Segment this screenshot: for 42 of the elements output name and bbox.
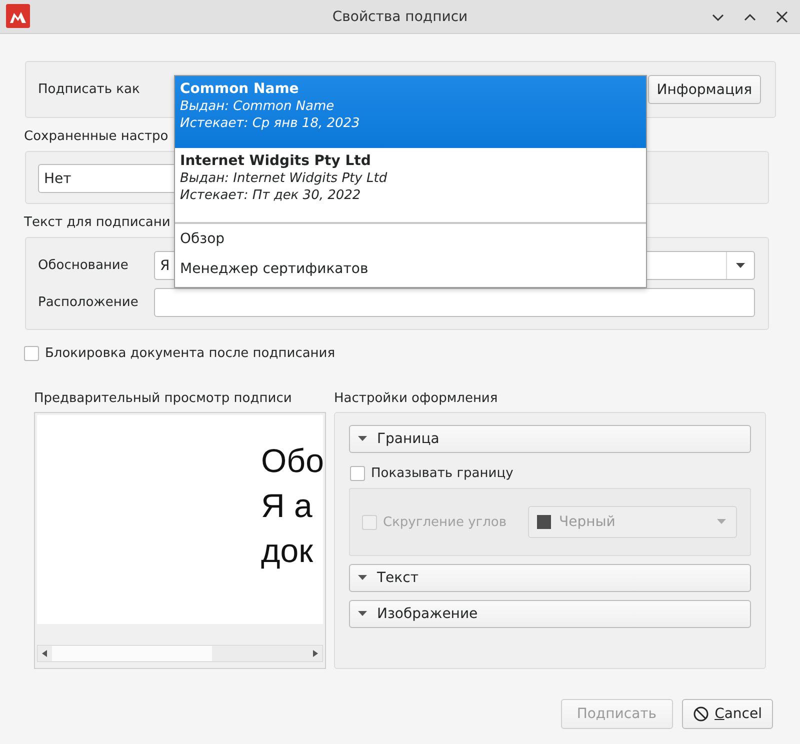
menu-item[interactable]: Обзор	[175, 224, 646, 254]
section-title: Предварительный просмотр подписи	[34, 391, 292, 406]
certificate-item[interactable]: Internet Widgits Pty Ltd Выдан: Internet Widgits Pty Ltd Истекает: Пт дек 30, 2022	[175, 148, 646, 220]
section-title: Настройки оформления	[334, 391, 498, 406]
certificate-issuer: Выдан: Internet Widgits Pty Ltd	[180, 171, 388, 186]
caret-icon	[358, 611, 367, 617]
certificate-expiry: Истекает: Пт дек 30, 2022	[180, 188, 362, 203]
field-label: Расположение	[38, 295, 140, 310]
color-swatch-icon	[537, 515, 551, 529]
caret-icon	[358, 575, 367, 581]
caret-icon	[717, 519, 726, 525]
preview-text: док	[261, 531, 314, 571]
section-toggle[interactable]: Текст	[349, 564, 751, 592]
checkbox-label: Скругление углов	[383, 514, 507, 530]
checkbox[interactable]	[350, 466, 365, 480]
certificate-name: Common Name	[180, 81, 300, 97]
caret-icon	[358, 436, 367, 442]
section-toggle[interactable]: Граница	[349, 425, 751, 453]
menu-item[interactable]: Менеджер сертификатов	[175, 254, 646, 284]
preview-text: Я а	[261, 486, 312, 526]
location-field[interactable]	[154, 288, 755, 317]
window-title: Свойства подписи	[331, 8, 469, 24]
cancel-icon	[692, 706, 709, 722]
certificate-item[interactable]: Common Name Выдан: Common Name Истекает: Ср янв 18, 2023	[175, 76, 646, 148]
section-title: Текст для подписани	[24, 215, 172, 232]
certificate-name: Internet Widgits Pty Ltd	[180, 153, 372, 169]
caret-icon	[736, 262, 745, 268]
cancel-button[interactable]: Cancel	[682, 699, 773, 729]
field-label: Подписать как	[38, 82, 140, 97]
checkbox-label: Показывать границу	[371, 466, 514, 480]
section-title: Сохраненные настро	[24, 129, 170, 146]
certificate-expiry: Истекает: Ср янв 18, 2023	[180, 116, 361, 131]
section-toggle[interactable]: Изображение	[349, 600, 751, 628]
checkbox-label: Блокировка документа после подписания	[45, 346, 336, 360]
horizontal-scrollbar[interactable]	[37, 645, 323, 662]
field-label: Обоснование	[38, 258, 130, 273]
checkbox[interactable]	[24, 346, 39, 360]
certificate-issuer: Выдан: Common Name	[180, 99, 336, 114]
info-button[interactable]: Информация	[648, 75, 761, 104]
preview-text: Обо	[261, 441, 324, 481]
app-logo-icon	[6, 4, 30, 28]
close-icon[interactable]	[774, 9, 790, 25]
